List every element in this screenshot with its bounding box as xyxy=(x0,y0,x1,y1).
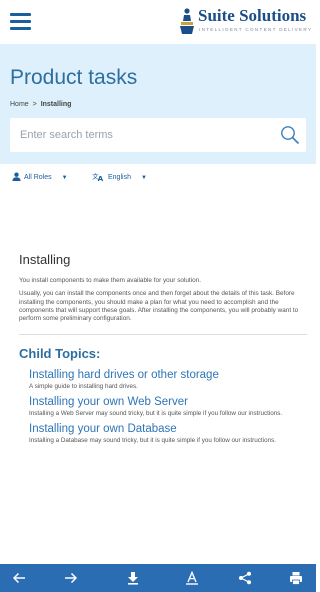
child-topics-heading: Child Topics: xyxy=(19,346,101,362)
topic-paragraph: Usually, you can install the components … xyxy=(19,290,299,323)
language-filter-label: English xyxy=(108,174,131,181)
logo-name: Suite Solutions xyxy=(198,6,307,25)
breadcrumb-separator: > xyxy=(32,101,37,108)
font-size-icon xyxy=(186,571,198,585)
print-button[interactable] xyxy=(282,564,310,592)
chevron-down-icon: ▼ xyxy=(61,175,68,181)
share-icon xyxy=(239,571,251,585)
download-icon xyxy=(128,572,138,585)
child-topic-link[interactable]: Installing hard drives or other storage xyxy=(29,368,307,382)
child-topic-description: Installing a Database may sound tricky, … xyxy=(29,437,276,445)
translate-icon: 文 A xyxy=(92,171,104,183)
chevron-down-icon: ▼ xyxy=(140,175,147,181)
topic-title: Installing xyxy=(19,252,71,267)
topic-paragraph: You install components to make them avai… xyxy=(19,277,201,284)
top-bar: Suite Solutions INTELLIGENT CONTENT DELI… xyxy=(0,0,316,44)
back-arrow-icon xyxy=(12,572,25,584)
page-title: Product tasks xyxy=(10,66,138,89)
child-topic: Installing your own Database Installing … xyxy=(29,422,307,445)
child-topic-description: Installing a Web Server may sound tricky… xyxy=(29,410,283,418)
child-topic-link[interactable]: Installing your own Web Server xyxy=(29,395,307,409)
search-icon[interactable] xyxy=(280,125,300,145)
search-box xyxy=(10,118,306,152)
person-icon xyxy=(12,172,21,181)
child-topic-description: A simple guide to installing hard drives… xyxy=(29,383,138,391)
child-topic: Installing your own Web Server Installin… xyxy=(29,395,307,418)
child-topic: Installing hard drives or other storage … xyxy=(29,368,307,391)
print-icon xyxy=(290,572,302,585)
roles-filter-label: All Roles xyxy=(24,174,52,181)
font-size-button[interactable] xyxy=(178,564,206,592)
topic-content: Installing You install components to mak… xyxy=(19,252,307,449)
logo[interactable]: Suite Solutions INTELLIGENT CONTENT DELI… xyxy=(178,4,311,40)
bottom-toolbar xyxy=(0,564,316,592)
breadcrumb-home[interactable]: Home xyxy=(10,101,29,108)
forward-button[interactable] xyxy=(57,564,85,592)
download-button[interactable] xyxy=(119,564,147,592)
logo-tagline: INTELLIGENT CONTENT DELIVERY xyxy=(199,27,313,32)
roles-filter[interactable]: All Roles ▼ xyxy=(12,172,68,181)
breadcrumb: Home > Installing xyxy=(10,101,71,108)
share-button[interactable] xyxy=(231,564,259,592)
child-topic-link[interactable]: Installing your own Database xyxy=(29,422,307,436)
language-filter[interactable]: 文 A English ▼ xyxy=(92,171,147,183)
divider xyxy=(19,334,307,336)
search-input[interactable] xyxy=(10,118,270,152)
back-button[interactable] xyxy=(5,564,33,592)
hamburger-icon[interactable] xyxy=(10,13,31,30)
filter-bar: All Roles ▼ 文 A English ▼ xyxy=(0,164,316,190)
hero-section: Product tasks Home > Installing xyxy=(0,44,316,164)
forward-arrow-icon xyxy=(65,572,78,584)
logo-mark-icon xyxy=(180,8,194,34)
svg-text:A: A xyxy=(98,174,104,181)
breadcrumb-current: Installing xyxy=(40,101,72,108)
